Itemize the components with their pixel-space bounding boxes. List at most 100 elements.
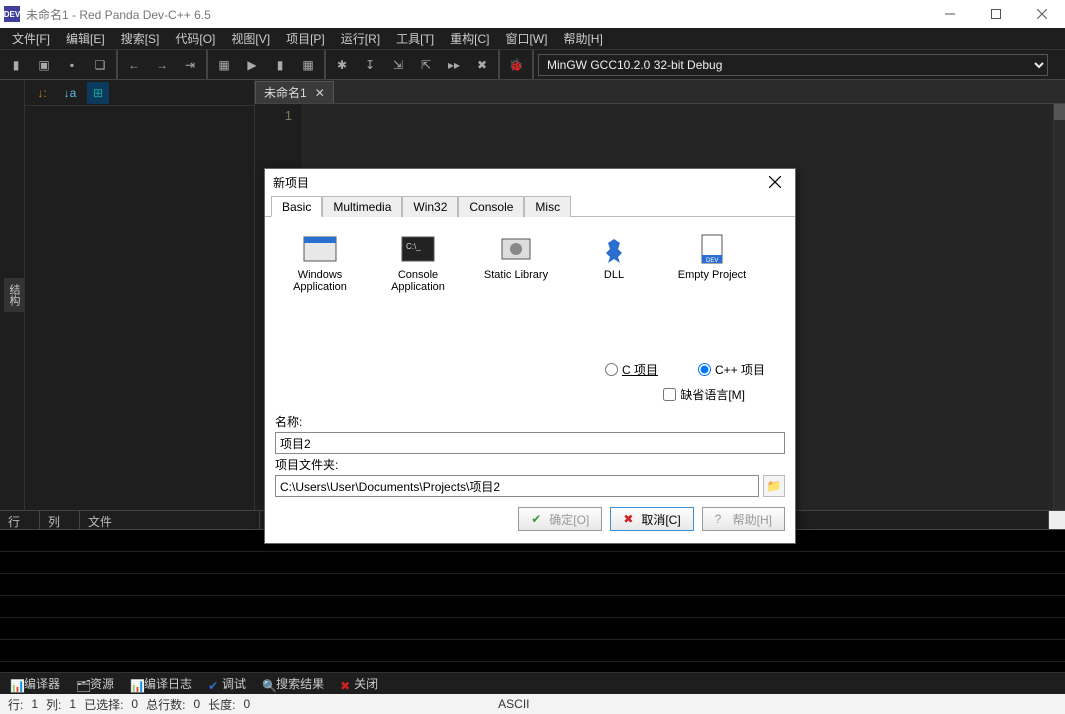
btab-resources[interactable]: 🗂资源 (72, 673, 118, 694)
status-encoding: ASCII (496, 697, 531, 711)
open-icon[interactable]: ▣ (32, 53, 56, 77)
status-sel-value: 0 (129, 697, 140, 711)
menu-window[interactable]: 窗口[W] (497, 28, 555, 49)
sort-icon[interactable]: ↓: (31, 82, 53, 104)
save-all-icon[interactable]: ❏ (88, 53, 112, 77)
project-name-input[interactable] (275, 432, 785, 454)
compile-icon[interactable]: ▦ (212, 53, 236, 77)
windows-app-icon (300, 233, 340, 265)
menu-help[interactable]: 帮助[H] (555, 28, 610, 49)
rebuild-icon[interactable]: ▦ (296, 53, 320, 77)
step-over-icon[interactable]: ↧ (358, 53, 382, 77)
status-len-label: 长度: (206, 696, 237, 713)
template-static-library[interactable]: Static Library (475, 233, 557, 337)
svg-text:C:\_: C:\_ (406, 242, 421, 251)
step-out-icon[interactable]: ⇱ (414, 53, 438, 77)
status-bar: 行: 1 列: 1 已选择: 0 总行数: 0 长度: 0 ASCII (0, 694, 1065, 714)
menu-tools[interactable]: 工具[T] (388, 28, 442, 49)
issues-scroll-gap (1049, 511, 1065, 529)
side-panel: ↓: ↓a ⊞ (25, 80, 255, 510)
console-app-icon: C:\_ (398, 233, 438, 265)
dlgtab-win32[interactable]: Win32 (402, 196, 458, 217)
menu-edit[interactable]: 编辑[E] (58, 28, 113, 49)
app-icon: DEV (4, 6, 20, 22)
cancel-button[interactable]: ✖取消[C] (610, 507, 693, 531)
minimap-scrollbar[interactable] (1053, 104, 1065, 510)
btab-debug[interactable]: ✔调试 (204, 673, 250, 694)
sort-az-icon[interactable]: ↓a (59, 82, 81, 104)
maximize-button[interactable] (973, 0, 1019, 28)
static-library-icon (496, 233, 536, 265)
debug-icon[interactable]: ✱ (330, 53, 354, 77)
toolbar: ▮ ▣ ▪ ❏ ← → ⇥ ▦ ▶ ▮ ▦ ✱ ↧ ⇲ ⇱ ▸▸ ✖ 🐞 Min… (0, 50, 1065, 80)
col-file[interactable]: 文件 (80, 511, 260, 529)
help-icon: ? (715, 512, 729, 526)
forward-icon[interactable]: → (150, 53, 174, 77)
back-icon[interactable]: ← (122, 53, 146, 77)
menu-code[interactable]: 代码[O] (167, 28, 223, 49)
project-folder-input[interactable] (275, 475, 759, 497)
new-file-icon[interactable]: ▮ (4, 53, 28, 77)
menu-view[interactable]: 视图[V] (223, 28, 278, 49)
compile-run-icon[interactable]: ▮ (268, 53, 292, 77)
check-icon: ✔ (531, 512, 545, 526)
folder-label: 项目文件夹: (275, 454, 785, 475)
btab-close[interactable]: ✖关闭 (336, 673, 382, 694)
dialog-close-icon[interactable] (763, 172, 787, 192)
continue-icon[interactable]: ▸▸ (442, 53, 466, 77)
dlgtab-console[interactable]: Console (458, 196, 524, 217)
left-rail: 结构 监视 文件 (0, 80, 25, 510)
template-label: DLL (573, 269, 655, 281)
template-console-app[interactable]: C:\_ Console Application (377, 233, 459, 337)
editor-tab-label: 未命名1 (264, 84, 307, 101)
lefttab-struct[interactable]: 结构 (4, 278, 24, 312)
status-len-value: 0 (241, 697, 252, 711)
template-dll[interactable]: DLL (573, 233, 655, 337)
indent-icon[interactable]: ⇥ (178, 53, 202, 77)
stop-debug-icon[interactable]: ✖ (470, 53, 494, 77)
name-label: 名称: (275, 411, 785, 432)
step-into-icon[interactable]: ⇲ (386, 53, 410, 77)
x-icon: ✖ (623, 512, 637, 526)
template-empty-project[interactable]: DEV Empty Project (671, 233, 753, 337)
tree-icon[interactable]: ⊞ (87, 82, 109, 104)
menu-run[interactable]: 运行[R] (333, 28, 388, 49)
menu-search[interactable]: 搜索[S] (113, 28, 168, 49)
new-project-dialog: 新项目 Basic Multimedia Win32 Console Misc … (264, 168, 796, 544)
status-sel-label: 已选择: (82, 696, 125, 713)
btab-compiler[interactable]: 📊编译器 (6, 673, 64, 694)
editor-tab[interactable]: 未命名1 ✕ (255, 81, 334, 103)
btab-compilelog[interactable]: 📊编译日志 (126, 673, 196, 694)
menu-project[interactable]: 项目[P] (278, 28, 333, 49)
btab-searchres[interactable]: 🔍搜索结果 (258, 673, 328, 694)
bug-icon[interactable]: 🐞 (504, 53, 528, 77)
dlgtab-misc[interactable]: Misc (524, 196, 571, 217)
close-button[interactable] (1019, 0, 1065, 28)
status-total-label: 总行数: (144, 696, 187, 713)
col-line[interactable]: 行 (0, 511, 40, 529)
editor-tab-close-icon[interactable]: ✕ (315, 86, 325, 100)
lefttab-watch[interactable]: 监视 (0, 278, 4, 312)
status-total-value: 0 (191, 697, 202, 711)
status-line-label: 行: (6, 696, 25, 713)
template-label: Windows Application (279, 269, 361, 293)
bottom-tabs: 📊编译器 🗂资源 📊编译日志 ✔调试 🔍搜索结果 ✖关闭 (0, 672, 1065, 694)
ok-button[interactable]: ✔确定[O] (518, 507, 602, 531)
browse-folder-button[interactable]: 📁 (763, 475, 785, 497)
radio-c-project[interactable]: C 项目 (605, 361, 658, 378)
save-icon[interactable]: ▪ (60, 53, 84, 77)
run-icon[interactable]: ▶ (240, 53, 264, 77)
minimize-button[interactable] (927, 0, 973, 28)
menu-refactor[interactable]: 重构[C] (442, 28, 497, 49)
checkbox-default-lang[interactable]: 缺省语言[M] (663, 386, 745, 403)
template-label: Static Library (475, 269, 557, 281)
template-windows-app[interactable]: Windows Application (279, 233, 361, 337)
compiler-select[interactable]: MinGW GCC10.2.0 32-bit Debug (538, 54, 1048, 76)
menu-file[interactable]: 文件[F] (4, 28, 58, 49)
radio-cpp-project[interactable]: C++ 项目 (698, 361, 765, 378)
window-title: 未命名1 - Red Panda Dev-C++ 6.5 (26, 6, 211, 23)
dlgtab-multimedia[interactable]: Multimedia (322, 196, 402, 217)
dlgtab-basic[interactable]: Basic (271, 196, 322, 217)
col-col[interactable]: 列 (40, 511, 80, 529)
help-button[interactable]: ?帮助[H] (702, 507, 785, 531)
